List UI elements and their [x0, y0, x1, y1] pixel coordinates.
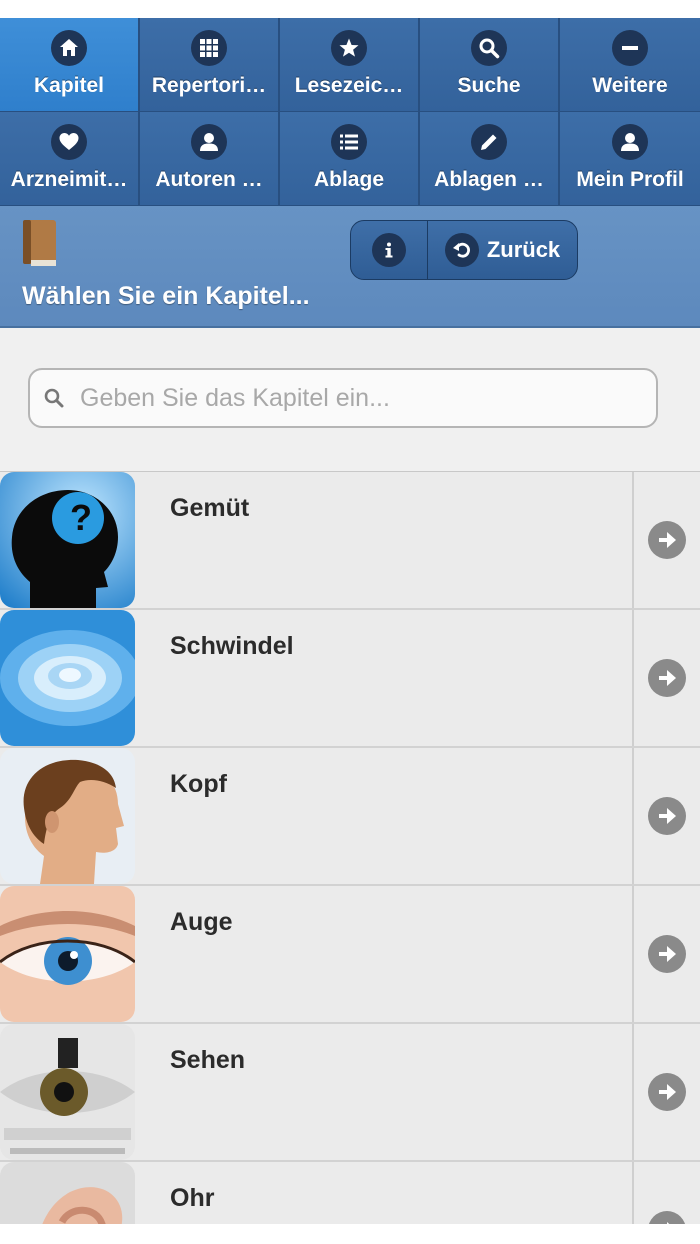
user-icon [191, 124, 227, 160]
page-title: Wählen Sie ein Kapitel... [22, 282, 310, 310]
arrow-right-icon [648, 1073, 686, 1111]
star-icon [331, 30, 367, 66]
arrow-right-icon [648, 935, 686, 973]
minus-icon [612, 30, 648, 66]
nav-ablage-button[interactable]: Ablage [280, 112, 420, 206]
back-button-label: Zurück [486, 237, 561, 262]
list-item[interactable]: Kopf [0, 748, 700, 886]
list-item[interactable]: Ohr [0, 1162, 700, 1224]
chapter-image-kopf [0, 748, 135, 884]
chapter-image-gemuet: ? [0, 472, 135, 608]
nav-kapitel-button[interactable]: Kapitel [0, 18, 140, 112]
bottom-margin [0, 1224, 700, 1244]
nav-mein-profil-button[interactable]: Mein Profil [560, 112, 700, 206]
chapter-label: Gemüt [170, 494, 250, 522]
chapter-label: Auge [170, 908, 233, 936]
back-button[interactable]: Zurück [428, 221, 577, 279]
chapter-arrow-button[interactable] [632, 472, 700, 608]
nav-ablagen-button[interactable]: Ablagen … [420, 112, 560, 206]
list-item[interactable]: Schwindel [0, 610, 700, 748]
nav-label: Kapitel [33, 74, 104, 97]
chapter-arrow-button[interactable] [632, 886, 700, 1022]
nav-label: Suche [457, 74, 521, 97]
nav-arzneimittel-button[interactable]: Arzneimit… [0, 112, 140, 206]
nav-label: Ablagen … [434, 168, 544, 191]
chapter-label: Schwindel [170, 632, 294, 660]
nav-label: Weitere [592, 74, 668, 97]
arrow-right-icon [648, 797, 686, 835]
chapter-arrow-button[interactable] [632, 1024, 700, 1160]
list-icon [331, 124, 367, 160]
nav-lesezeichen-button[interactable]: Lesezeic… [280, 18, 420, 112]
arrow-right-icon [648, 659, 686, 697]
search-box[interactable] [28, 368, 658, 428]
chapter-image-schwindel [0, 610, 135, 746]
top-navigation: Kapitel Repertori… Lesezeic… Suche Weite… [0, 18, 700, 206]
chapter-image-ohr [0, 1162, 135, 1224]
nav-weitere-button[interactable]: Weitere [560, 18, 700, 112]
grid-icon [191, 30, 227, 66]
chapter-arrow-button[interactable] [632, 610, 700, 746]
list-item[interactable]: ? Gemüt [0, 472, 700, 610]
chapter-label: Sehen [170, 1046, 246, 1074]
user-icon [612, 124, 648, 160]
nav-label: Autoren … [155, 168, 263, 191]
nav-label: Lesezeic… [294, 74, 404, 97]
info-button[interactable] [351, 221, 428, 279]
arrow-right-icon [648, 521, 686, 559]
list-item[interactable]: Auge [0, 886, 700, 1024]
search-icon [471, 30, 507, 66]
nav-label: Repertori… [151, 74, 267, 97]
chapter-list: ? Gemüt Schwindel Kopf Auge Sehen Ohr [0, 472, 700, 1224]
arrow-right-icon [648, 1211, 686, 1224]
page-header: Zurück Wählen Sie ein Kapitel... [0, 206, 700, 328]
home-icon [51, 30, 87, 66]
chapter-label: Ohr [170, 1184, 215, 1212]
svg-text:?: ? [70, 497, 92, 538]
nav-label: Mein Profil [576, 168, 684, 191]
heart-icon [51, 124, 87, 160]
header-button-group: Zurück [350, 220, 578, 280]
list-item[interactable]: Sehen [0, 1024, 700, 1162]
chapter-label: Kopf [170, 770, 227, 798]
info-icon [372, 233, 406, 267]
nav-suche-button[interactable]: Suche [420, 18, 560, 112]
undo-icon [444, 233, 479, 267]
nav-repertorium-button[interactable]: Repertori… [140, 18, 280, 112]
search-area [0, 328, 700, 472]
chapter-arrow-button[interactable] [632, 748, 700, 884]
chapter-image-auge [0, 886, 135, 1022]
search-icon [44, 388, 64, 408]
pencil-icon [471, 124, 507, 160]
nav-label: Ablage [313, 168, 384, 191]
nav-autoren-button[interactable]: Autoren … [140, 112, 280, 206]
search-input[interactable] [78, 382, 656, 414]
chapter-arrow-button[interactable] [632, 1162, 700, 1224]
nav-label: Arzneimit… [10, 168, 128, 191]
book-icon [20, 218, 58, 268]
chapter-image-sehen [0, 1024, 135, 1160]
